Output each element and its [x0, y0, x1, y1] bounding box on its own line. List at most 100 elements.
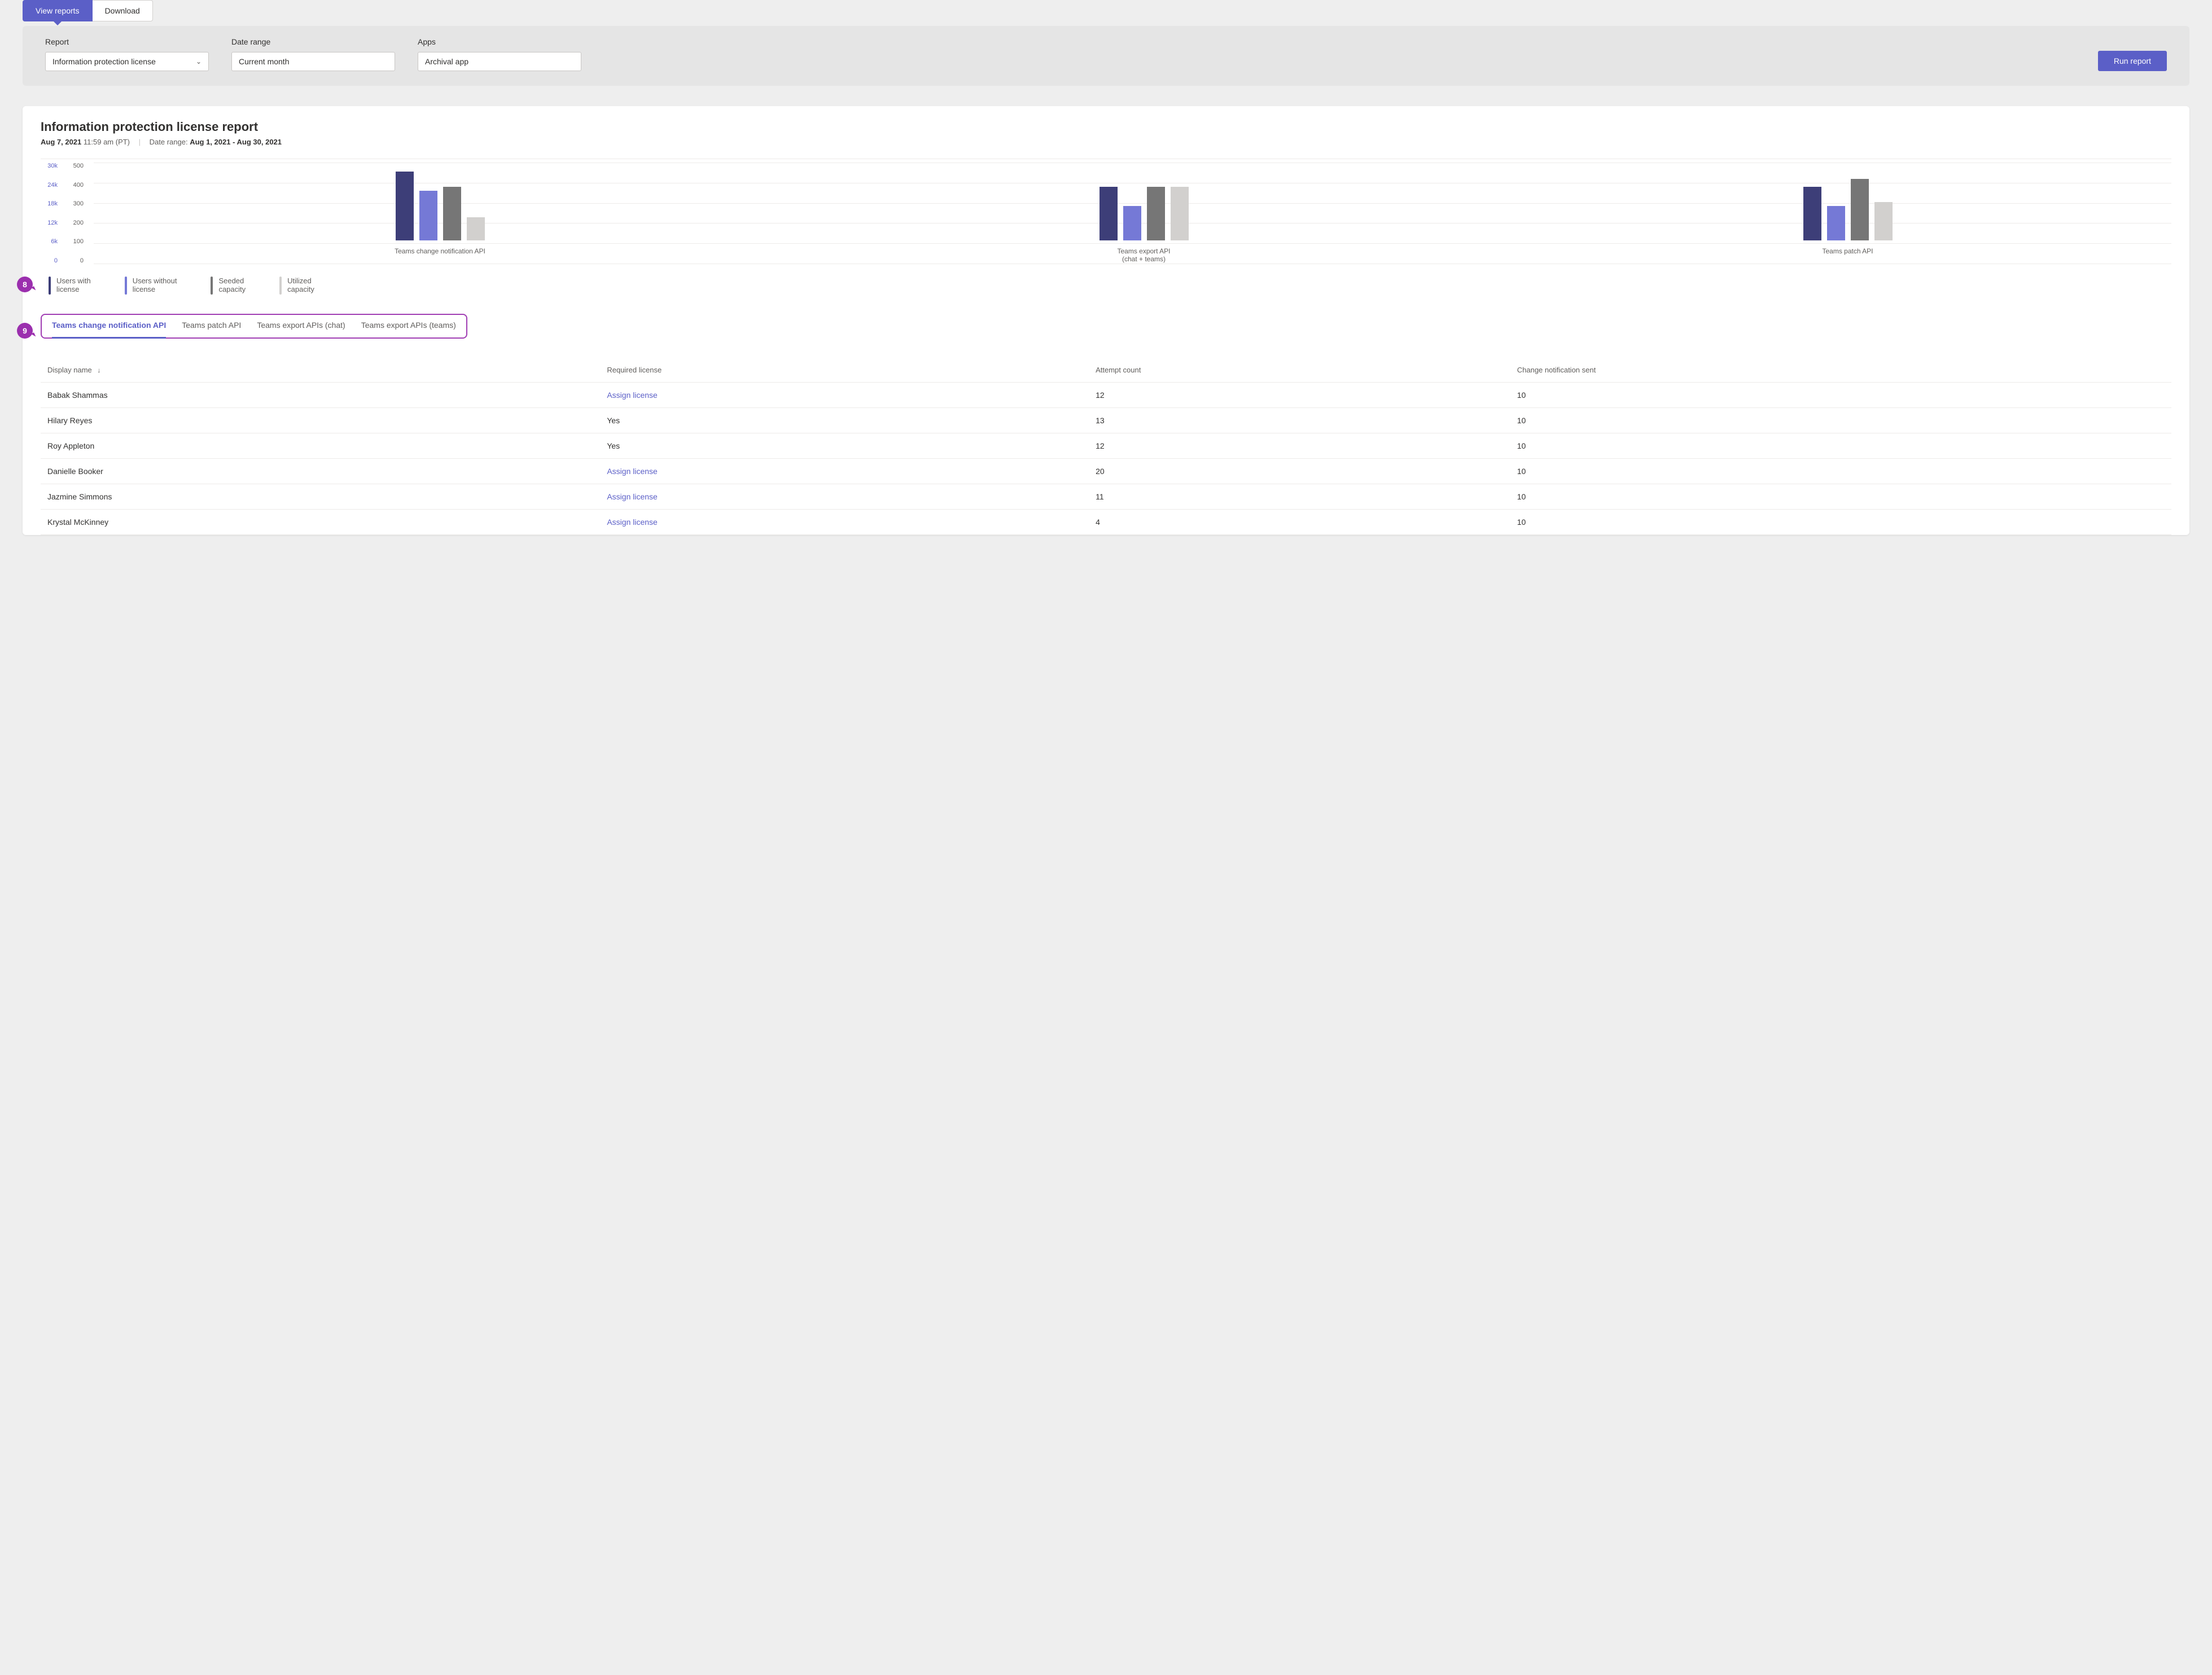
apps-dropdown[interactable]: Archival app — [418, 52, 581, 71]
y-tick: 0 — [67, 257, 84, 264]
filter-report-label: Report — [45, 37, 209, 46]
cell-required-license: Yes — [600, 433, 1089, 459]
api-subtabs-wrap: 9 Teams change notification APITeams pat… — [41, 314, 2171, 342]
y-tick: 30k — [41, 163, 58, 169]
cell-required-license: Assign license — [600, 510, 1089, 535]
cell-attempt-count: 20 — [1089, 459, 1510, 484]
col-attempt-count[interactable]: Attempt count — [1089, 358, 1510, 383]
bar — [1874, 202, 1893, 240]
api-subtab[interactable]: Teams export APIs (chat) — [257, 321, 345, 332]
table-row[interactable]: Babak Shammas Assign license 1210 — [41, 383, 2171, 408]
tab-view-reports[interactable]: View reports — [23, 0, 93, 21]
filter-date: Date range Current month — [231, 37, 395, 71]
assign-license-link[interactable]: Assign license — [607, 467, 658, 476]
y-tick: 18k — [41, 200, 58, 207]
assign-license-link[interactable]: Assign license — [607, 391, 658, 400]
cell-notification-sent: 10 — [1510, 433, 2171, 459]
y-tick: 6k — [41, 238, 58, 245]
sort-down-icon: ↓ — [97, 366, 100, 374]
run-report-button[interactable]: Run report — [2098, 51, 2167, 71]
chart-y-axes: 30k24k18k12k6k0 5004003002001000 — [41, 163, 94, 264]
legend-label: Users withoutlicense — [133, 277, 177, 293]
api-subtab[interactable]: Teams change notification API — [52, 321, 166, 332]
bar-group — [1100, 139, 1189, 240]
api-subtabs: Teams change notification API Teams patch… — [41, 314, 467, 339]
cell-notification-sent: 10 — [1510, 383, 2171, 408]
bar — [1147, 187, 1165, 240]
cluster-label: Teams patch API — [1822, 247, 1873, 264]
filter-date-label: Date range — [231, 37, 395, 46]
bar-group — [396, 139, 485, 240]
y-tick: 0 — [41, 257, 58, 264]
filter-apps-label: Apps — [418, 37, 581, 46]
y-tick: 500 — [67, 163, 84, 169]
cell-attempt-count: 12 — [1089, 383, 1510, 408]
bar — [1851, 179, 1869, 240]
assign-license-link[interactable]: Assign license — [607, 492, 658, 501]
api-subtab[interactable]: Teams export APIs (teams) — [361, 321, 456, 332]
api-subtab[interactable]: Teams patch API — [182, 321, 241, 332]
cell-notification-sent: 10 — [1510, 510, 2171, 535]
cell-attempt-count: 13 — [1089, 408, 1510, 433]
cell-required-license: Assign license — [600, 459, 1089, 484]
cell-display-name: Danielle Booker — [41, 459, 600, 484]
table-row[interactable]: Danielle BookerAssign license2010 — [41, 459, 2171, 484]
legend-label: Seededcapacity — [218, 277, 246, 293]
cell-display-name: Babak Shammas — [41, 383, 600, 408]
chart-plot: Teams change notification APITeams expor… — [94, 163, 2171, 264]
table-row[interactable]: Roy AppletonYes1210 — [41, 433, 2171, 459]
bar-group — [1803, 139, 1893, 240]
filter-report: Report Information protection license ⌄ — [45, 37, 209, 71]
date-dropdown[interactable]: Current month — [231, 52, 395, 71]
chart: 30k24k18k12k6k0 5004003002001000 Teams c… — [41, 159, 2171, 264]
cell-attempt-count: 4 — [1089, 510, 1510, 535]
legend-item: Seededcapacity — [211, 277, 246, 295]
legend-label: Users withlicense — [56, 277, 91, 293]
cell-required-license: Assign license — [600, 383, 1089, 408]
cell-required-license: Assign license — [600, 484, 1089, 510]
col-required-license[interactable]: Required license — [600, 358, 1089, 383]
tab-download[interactable]: Download — [93, 0, 153, 21]
y-tick: 24k — [41, 182, 58, 188]
legend-swatch — [279, 277, 282, 295]
y-axis-primary: 30k24k18k12k6k0 — [41, 163, 58, 264]
chart-clusters: Teams change notification APITeams expor… — [94, 163, 2171, 264]
bar — [419, 191, 437, 240]
chart-cluster: Teams export API (chat + teams) — [820, 139, 1468, 264]
col-change-notification-sent[interactable]: Change notification sent — [1510, 358, 2171, 383]
report-date: Aug 7, 2021 — [41, 138, 81, 146]
legend-item: Utilizedcapacity — [279, 277, 314, 295]
table-row[interactable]: Jazmine Simmons Assign license 1110 — [41, 484, 2171, 510]
cell-notification-sent: 10 — [1510, 484, 2171, 510]
apps-dropdown-value: Archival app — [425, 57, 468, 66]
report-dropdown[interactable]: Information protection license ⌄ — [45, 52, 209, 71]
report-title: Information protection license report — [41, 120, 2171, 134]
bar — [396, 172, 414, 240]
legend-item: Users withlicense — [49, 277, 91, 295]
cell-attempt-count: 11 — [1089, 484, 1510, 510]
bar — [1123, 206, 1141, 240]
cell-required-license: Yes — [600, 408, 1089, 433]
results-table: Display name ↓ Required license Attempt … — [41, 358, 2171, 535]
cell-display-name: Hilary Reyes — [41, 408, 600, 433]
col-display-name[interactable]: Display name ↓ — [41, 358, 600, 383]
legend-swatch — [49, 277, 51, 295]
report-card: Information protection license report Au… — [23, 106, 2189, 535]
table-row[interactable]: Krystal McKinney Assign license 410 — [41, 510, 2171, 535]
bar — [1803, 187, 1821, 240]
legend-swatch — [125, 277, 127, 295]
assign-license-link[interactable]: Assign license — [607, 518, 658, 527]
legend-label: Utilizedcapacity — [287, 277, 314, 293]
filter-apps: Apps Archival app — [418, 37, 581, 71]
date-dropdown-value: Current month — [239, 57, 289, 66]
cluster-label: Teams export API (chat + teams) — [1117, 247, 1170, 264]
table-row[interactable]: Hilary ReyesYes1310 — [41, 408, 2171, 433]
bar — [1171, 187, 1189, 240]
y-axis-secondary: 5004003002001000 — [67, 163, 84, 264]
filter-bar: Report Information protection license ⌄ … — [23, 26, 2189, 86]
y-tick: 100 — [67, 238, 84, 245]
cell-display-name: Jazmine Simmons — [41, 484, 600, 510]
cell-display-name: Krystal McKinney — [41, 510, 600, 535]
chart-cluster: Teams change notification API — [116, 139, 764, 264]
legend-swatch — [211, 277, 213, 295]
